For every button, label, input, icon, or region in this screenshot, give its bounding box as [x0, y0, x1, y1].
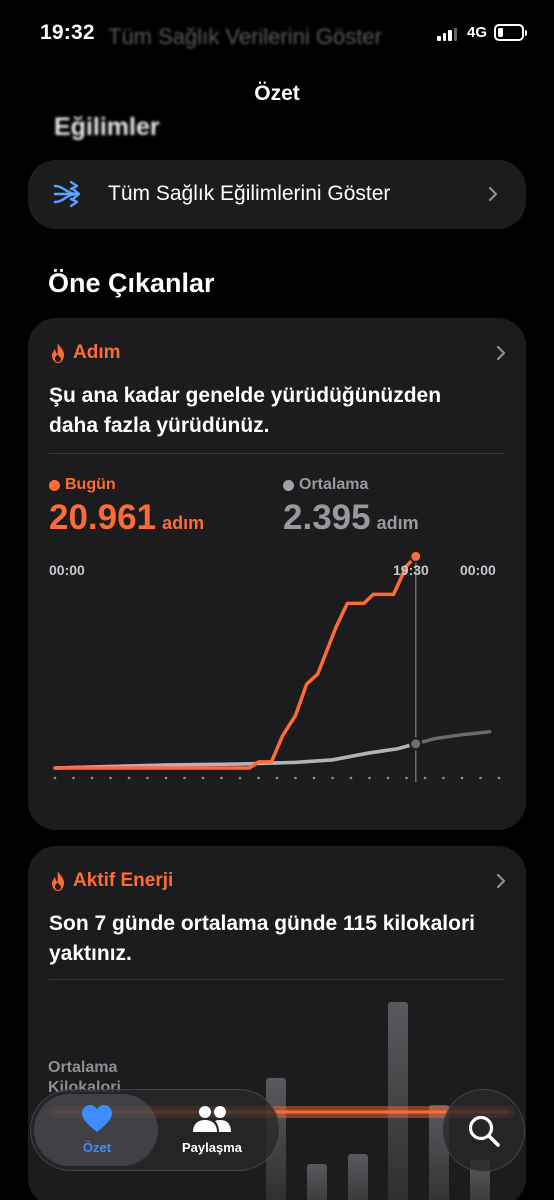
network-type: 4G: [467, 24, 488, 41]
x-axis-tick: [275, 776, 279, 780]
x-axis-tick: [442, 776, 445, 780]
energy-bar: [307, 1164, 327, 1200]
x-axis-tick: [331, 776, 334, 780]
nav-title: Özet: [254, 82, 300, 105]
chevron-right-icon: [494, 346, 508, 360]
scrolled-all-health-data-link: Tüm Sağlık Verilerini Göster: [108, 24, 382, 49]
battery-icon: [494, 24, 527, 41]
x-axis-tick: [460, 776, 464, 780]
average-current-point: [409, 737, 423, 751]
x-axis-tick: [479, 776, 482, 780]
x-axis-tick: [294, 776, 297, 780]
energy-bar: [348, 1154, 368, 1200]
today-unit: adım: [162, 513, 205, 533]
x-axis-tick: [146, 776, 149, 780]
today-value: 20.961: [49, 498, 157, 537]
steps-category-label: Adım: [73, 342, 121, 363]
energy-headline: Son 7 günde ortalama günde 115 kilokalor…: [49, 912, 475, 965]
average-stat: Ortalama 2.395 adım: [283, 476, 419, 538]
all-health-trends-row[interactable]: Tüm Sağlık Eğilimlerini Göster: [28, 160, 526, 229]
x-axis-tick: [405, 776, 408, 780]
x-axis-tick: [72, 776, 75, 780]
steps-category: Adım: [49, 342, 121, 364]
tab-sharing[interactable]: Paylaşma: [166, 1102, 258, 1155]
trend-arrows-icon: [52, 178, 86, 210]
x-tick-label: 00:00: [49, 562, 85, 578]
x-tick-label: 00:00: [460, 562, 496, 578]
flame-icon: [52, 343, 64, 363]
x-axis-tick: [423, 776, 427, 780]
x-axis-tick: [497, 776, 501, 780]
tab-sharing-label: Paylaşma: [182, 1140, 242, 1155]
energy-category: Aktif Enerji: [49, 870, 173, 892]
flame-icon: [52, 871, 64, 891]
trends-heading: Eğilimler: [54, 113, 160, 141]
status-time: 19:32: [40, 21, 95, 44]
chevron-right-icon: [494, 874, 508, 888]
search-icon: [468, 1115, 500, 1147]
heart-icon: [52, 1102, 142, 1136]
series-average-past-line: [54, 742, 417, 770]
x-axis-tick: [90, 776, 94, 780]
x-axis-tick: [53, 776, 57, 780]
average-label: Ortalama: [299, 476, 369, 493]
series-today-line: [53, 554, 418, 770]
today-label: Bugün: [65, 476, 116, 493]
today-end-point: [409, 549, 423, 563]
steps-line-chart: [53, 549, 501, 782]
tab-summary-label: Özet: [82, 1140, 112, 1155]
tab-summary[interactable]: Özet: [52, 1102, 142, 1155]
status-bar: Tüm Sağlık Verilerini Göster 19:32 4G: [0, 0, 554, 70]
today-stat: Bugün 20.961 adım: [49, 476, 204, 538]
divider: [49, 453, 505, 454]
highlights-title: Öne Çıkanlar: [48, 268, 215, 298]
signal-strength-icon: [437, 28, 457, 41]
x-axis-tick: [368, 776, 371, 780]
x-axis-tick: [183, 776, 186, 780]
x-axis-tick: [220, 776, 223, 780]
energy-category-label: Aktif Enerji: [73, 870, 174, 891]
average-value: 2.395: [283, 498, 371, 537]
steps-highlight-card[interactable]: Adım Şu ana kadar genelde yürüdüğünüzden…: [28, 318, 526, 830]
x-axis-tick: [386, 776, 390, 780]
chevron-right-icon: [486, 187, 500, 201]
average-dot: [283, 479, 294, 491]
x-axis-tick: [164, 776, 168, 780]
today-dot: [49, 479, 60, 491]
all-health-trends-label: Tüm Sağlık Eğilimlerini Göster: [108, 182, 391, 205]
people-icon: [166, 1102, 258, 1136]
x-axis-tick: [201, 776, 205, 780]
avg-caption-line1: Ortalama: [48, 1059, 118, 1076]
x-axis-tick: [257, 776, 260, 780]
x-tick-label: 19:30: [393, 562, 429, 578]
steps-headline: Şu ana kadar genelde yürüdüğünüzden daha…: [49, 384, 442, 437]
x-axis-tick: [349, 776, 353, 780]
x-axis-tick: [312, 776, 316, 780]
search-button[interactable]: [442, 1089, 525, 1172]
x-axis-tick: [238, 776, 242, 780]
average-unit: adım: [376, 513, 419, 533]
x-axis-tick: [109, 776, 112, 780]
x-axis-tick: [127, 776, 131, 780]
